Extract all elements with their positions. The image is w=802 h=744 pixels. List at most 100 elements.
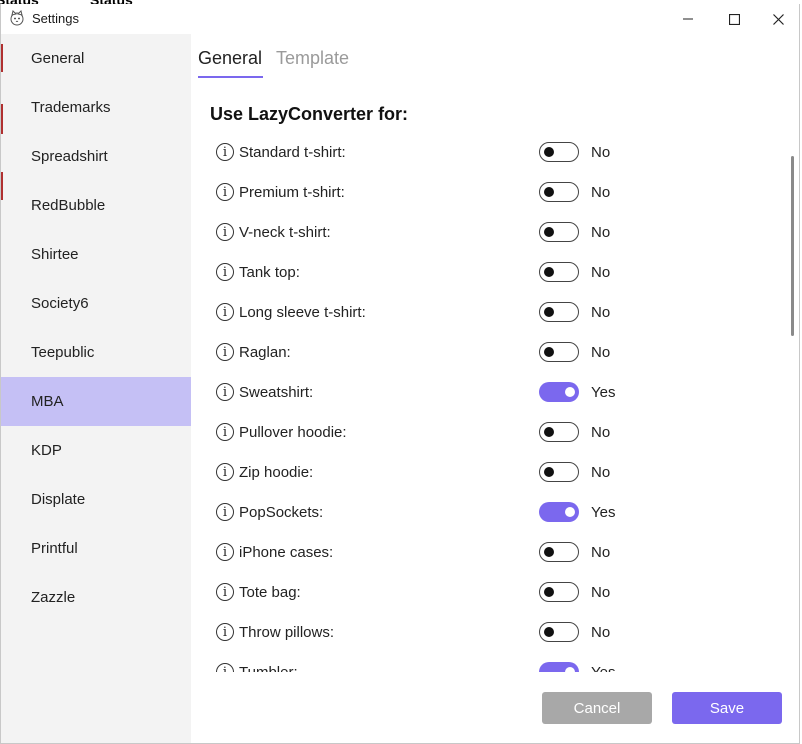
info-icon[interactable]: i [216, 583, 234, 601]
minimize-button[interactable] [665, 4, 711, 34]
sidebar-item-zazzle[interactable]: Zazzle [1, 573, 191, 622]
toggle-knob [565, 667, 575, 672]
sidebar-item-redbubble[interactable]: RedBubble [1, 181, 191, 230]
option-label: Long sleeve t-shirt: [239, 304, 366, 321]
option-toggle[interactable] [539, 422, 579, 442]
info-icon[interactable]: i [216, 383, 234, 401]
toggle-knob [544, 307, 554, 317]
sidebar: General Trademarks Spreadshirt RedBubble… [1, 34, 191, 743]
minimize-icon [683, 18, 693, 20]
sidebar-item-printful[interactable]: Printful [1, 524, 191, 573]
close-button[interactable] [755, 4, 799, 34]
option-toggle[interactable] [539, 182, 579, 202]
sidebar-item-shirtee[interactable]: Shirtee [1, 230, 191, 279]
sidebar-item-label: MBA [31, 393, 64, 410]
sidebar-item-kdp[interactable]: KDP [1, 426, 191, 475]
save-button[interactable]: Save [672, 692, 782, 724]
info-icon[interactable]: i [216, 423, 234, 441]
maximize-icon [728, 13, 740, 25]
option-row: i Standard t-shirt: No [191, 136, 791, 176]
sidebar-item-spreadshirt[interactable]: Spreadshirt [1, 132, 191, 181]
option-label: Tumbler: [239, 664, 298, 672]
cancel-button[interactable]: Cancel [542, 692, 652, 724]
sidebar-item-mba[interactable]: MBA [1, 377, 191, 426]
sidebar-item-general[interactable]: General [1, 34, 191, 83]
info-icon[interactable]: i [216, 263, 234, 281]
option-toggle[interactable] [539, 662, 579, 672]
toggle-state-text: No [591, 424, 611, 441]
scrollbar-thumb[interactable] [791, 156, 794, 336]
sidebar-item-label: Shirtee [31, 246, 79, 263]
option-row: i Tank top: No [191, 256, 791, 296]
toggle-state-text: Yes [591, 664, 615, 672]
sidebar-item-label: Society6 [31, 295, 89, 312]
tab-general[interactable]: General [198, 48, 262, 69]
option-toggle[interactable] [539, 142, 579, 162]
option-row: i Throw pillows: No [191, 616, 791, 656]
option-row: i Pullover hoodie: No [191, 416, 791, 456]
toggle-knob [544, 227, 554, 237]
option-toggle[interactable] [539, 582, 579, 602]
sidebar-item-label: Zazzle [31, 589, 76, 606]
info-icon[interactable]: i [216, 623, 234, 641]
content-panel: General Template Use LazyConverter for: … [191, 34, 799, 743]
close-icon [772, 13, 784, 25]
info-icon[interactable]: i [216, 223, 234, 241]
option-toggle[interactable] [539, 262, 579, 282]
settings-window: Settings General Trademarks Spreadshirt … [0, 4, 800, 744]
info-icon[interactable]: i [216, 343, 234, 361]
options-list[interactable]: i Standard t-shirt: No i Premium t-shirt… [191, 134, 791, 672]
option-toggle[interactable] [539, 462, 579, 482]
sidebar-item-label: Spreadshirt [31, 148, 108, 165]
option-row: i Raglan: No [191, 336, 791, 376]
option-row: i Long sleeve t-shirt: No [191, 296, 791, 336]
toggle-knob [565, 387, 575, 397]
tab-template[interactable]: Template [276, 48, 349, 69]
section-title: Use LazyConverter for: [210, 104, 409, 124]
sidebar-item-label: RedBubble [31, 197, 106, 214]
sidebar-item-displate[interactable]: Displate [1, 475, 191, 524]
sidebar-item-label: Displate [31, 491, 86, 508]
option-toggle[interactable] [539, 542, 579, 562]
toggle-state-text: No [591, 584, 611, 601]
info-icon[interactable]: i [216, 183, 234, 201]
sidebar-item-label: Printful [31, 540, 78, 557]
sidebar-item-label: General [31, 50, 85, 67]
maximize-button[interactable] [711, 4, 757, 34]
window-title: Settings [32, 11, 79, 26]
option-toggle[interactable] [539, 382, 579, 402]
info-icon[interactable]: i [216, 463, 234, 481]
option-toggle[interactable] [539, 302, 579, 322]
info-icon[interactable]: i [216, 303, 234, 321]
toggle-state-text: No [591, 624, 611, 641]
option-toggle[interactable] [539, 222, 579, 242]
info-icon[interactable]: i [216, 543, 234, 561]
sidebar-item-label: Teepublic [31, 344, 95, 361]
option-label: Premium t-shirt: [239, 184, 345, 201]
option-label: Pullover hoodie: [239, 424, 347, 441]
option-toggle[interactable] [539, 502, 579, 522]
title-bar[interactable]: Settings [1, 4, 799, 34]
option-label: PopSockets: [239, 504, 324, 521]
sidebar-item-trademarks[interactable]: Trademarks [1, 83, 191, 132]
info-icon[interactable]: i [216, 663, 234, 672]
toggle-knob [544, 187, 554, 197]
active-tab-indicator [198, 76, 263, 78]
sidebar-item-society6[interactable]: Society6 [1, 279, 191, 328]
option-row: i PopSockets: Yes [191, 496, 791, 536]
option-row: i Premium t-shirt: No [191, 176, 791, 216]
sidebar-item-teepublic[interactable]: Teepublic [1, 328, 191, 377]
toggle-state-text: No [591, 264, 611, 281]
option-label: Standard t-shirt: [239, 144, 346, 161]
toggle-knob [565, 507, 575, 517]
option-label: Throw pillows: [239, 624, 335, 641]
option-toggle[interactable] [539, 622, 579, 642]
sidebar-item-label: KDP [31, 442, 62, 459]
info-icon[interactable]: i [216, 503, 234, 521]
toggle-knob [544, 347, 554, 357]
option-label: V-neck t-shirt: [239, 224, 331, 241]
info-icon[interactable]: i [216, 143, 234, 161]
option-toggle[interactable] [539, 342, 579, 362]
sidebar-item-label: Trademarks [31, 99, 111, 116]
option-row: i V-neck t-shirt: No [191, 216, 791, 256]
